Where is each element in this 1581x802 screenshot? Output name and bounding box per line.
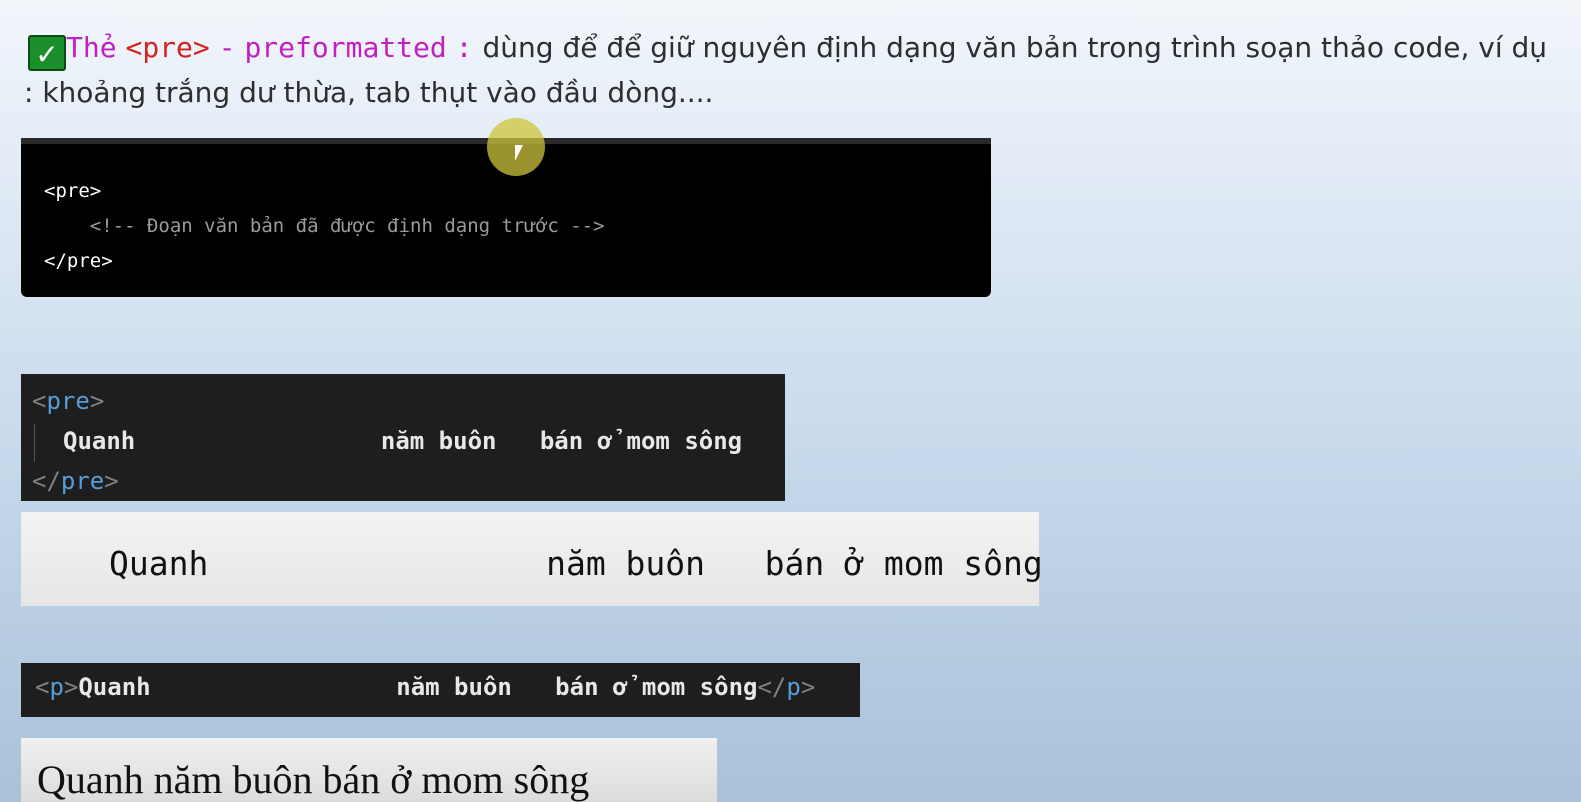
checkmark-icon: ✓ bbox=[28, 35, 66, 71]
code-punctuation: </ bbox=[32, 467, 61, 495]
code-punctuation: > bbox=[89, 387, 105, 415]
code-open-tag: <pre> bbox=[32, 387, 104, 415]
code-punctuation: < bbox=[32, 387, 47, 415]
mouse-cursor-icon bbox=[515, 145, 523, 161]
code-tag-name: pre bbox=[46, 387, 90, 415]
code-tag-name: p bbox=[49, 673, 64, 701]
p-example-code-block: <p>Quanh năm buôn bán ở mom sông</p> bbox=[21, 663, 860, 717]
code-line: <pre> bbox=[44, 180, 102, 202]
p-rendered-output: Quanh năm buôn bán ở mom sông bbox=[21, 738, 717, 802]
heading-tag-code: <pre> bbox=[125, 31, 210, 64]
code-line: <p>Quanh năm buôn bán ở mom sông</p> bbox=[35, 673, 815, 701]
heading-tag-name: preformatted bbox=[244, 31, 447, 64]
code-tag-name: pre bbox=[60, 467, 105, 495]
slide-heading: ✓ Thẻ <pre> - preformatted : dùng để để gi… bbox=[24, 26, 1554, 114]
code-punctuation: < bbox=[35, 673, 50, 701]
code-content: Quanh năm buôn bán ở mom sông bbox=[78, 673, 758, 701]
code-line: </pre> bbox=[44, 250, 113, 272]
code-comment-line: <!-- Đoạn văn bản đã được định dạng trướ… bbox=[44, 215, 605, 237]
code-punctuation: > bbox=[63, 673, 79, 701]
code-punctuation: > bbox=[800, 673, 816, 701]
heading-separator: - bbox=[218, 31, 236, 64]
indent-guide bbox=[34, 424, 35, 462]
pre-example-code-block: <pre> Quanh năm buôn bán ở mom sông </pr… bbox=[21, 374, 785, 501]
code-punctuation: > bbox=[104, 467, 119, 495]
heading-colon: : bbox=[455, 31, 473, 64]
rendered-text: Quanh năm buôn bán ở mom sông bbox=[109, 544, 1043, 583]
code-tag-name: p bbox=[786, 673, 801, 701]
heading-tag-label: Thẻ bbox=[66, 31, 117, 64]
code-content-line: Quanh năm buôn bán ở mom sông bbox=[63, 427, 743, 455]
rendered-text: Quanh năm buôn bán ở mom sông bbox=[37, 757, 590, 802]
code-close-tag: </pre> bbox=[32, 467, 119, 495]
code-punctuation: </ bbox=[757, 673, 787, 701]
pre-rendered-output: Quanh năm buôn bán ở mom sông bbox=[21, 512, 1043, 606]
